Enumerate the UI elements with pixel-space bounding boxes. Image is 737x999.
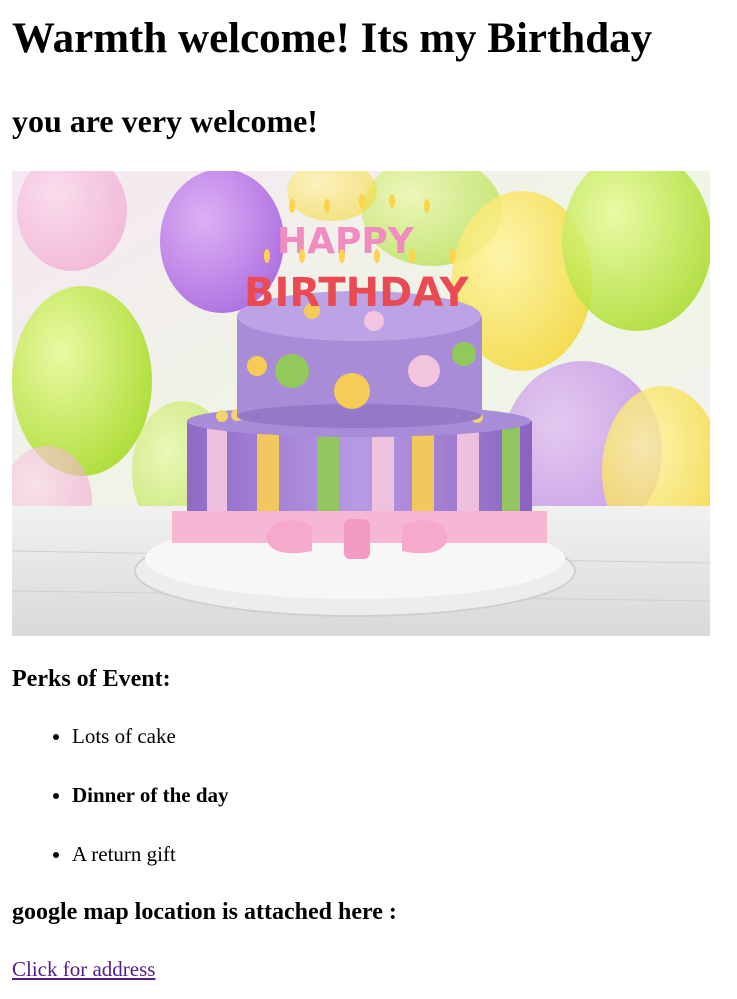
page: Warmth welcome! Its my Birthday you are … [0,0,737,999]
candle-letters-top: HAPPY [277,221,415,262]
list-item: Dinner of the day [72,779,229,811]
list-item: A return gift [72,838,229,870]
page-subtitle: you are very welcome! [12,103,318,139]
list-item: Lots of cake [72,720,229,752]
page-title: Warmth welcome! Its my Birthday [12,15,653,62]
perks-heading: Perks of Event: [12,666,171,692]
perks-list: Lots of cake Dinner of the day A return … [32,720,229,897]
birthday-cake-image: HAPPY BIRTHDAY [12,171,710,636]
address-link[interactable]: Click for address [12,955,155,983]
map-heading: google map location is attached here : [12,899,397,925]
candle-letters-bottom: BIRTHDAY [244,270,469,316]
